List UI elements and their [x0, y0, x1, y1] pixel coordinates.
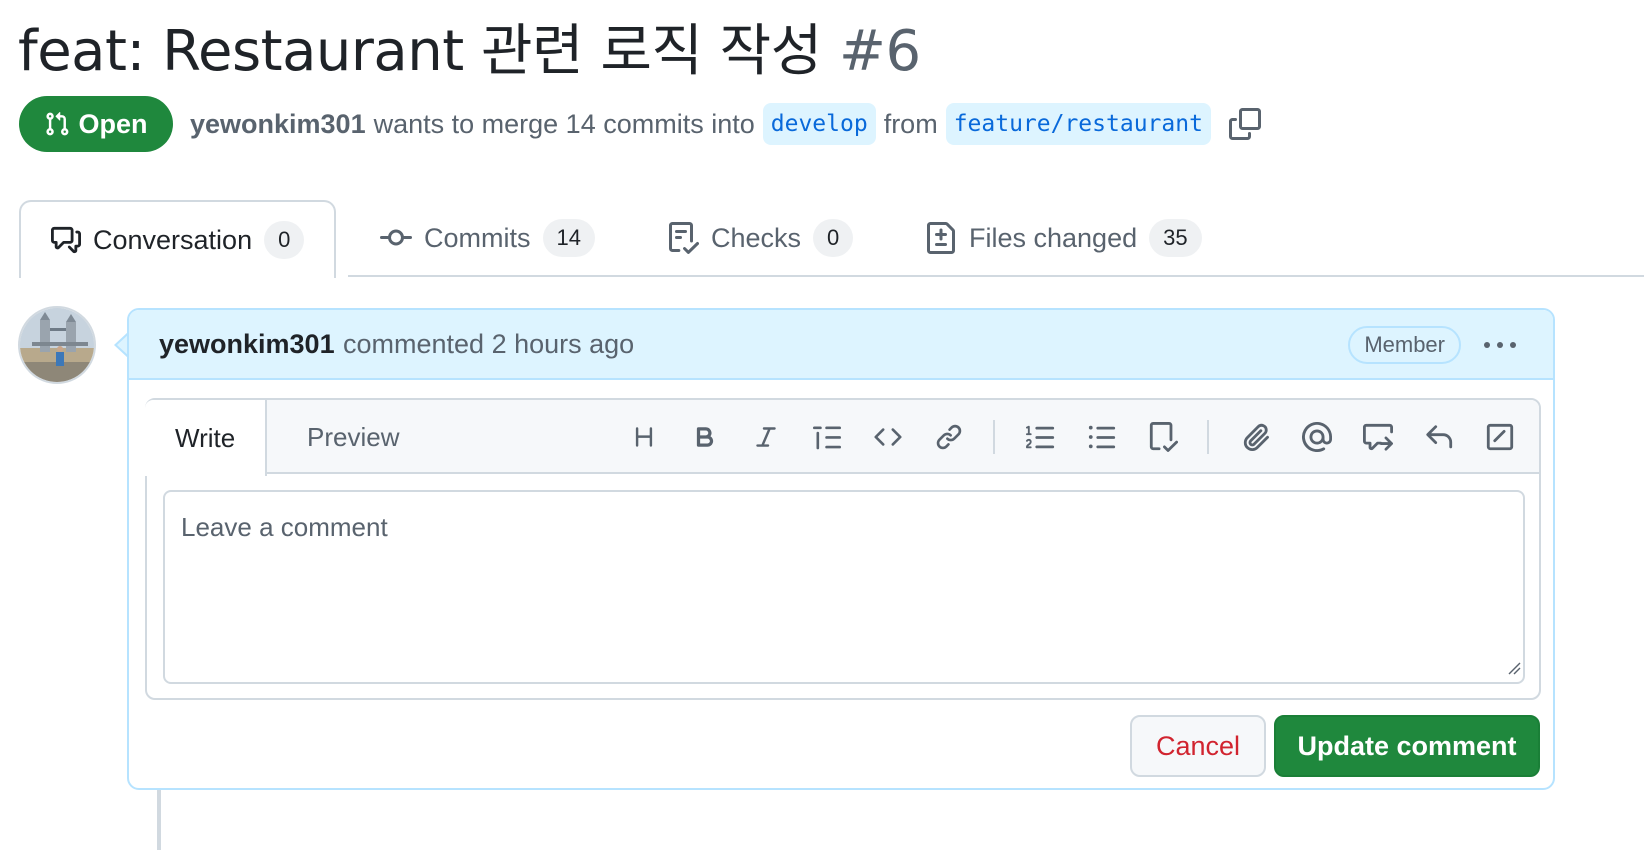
- base-branch[interactable]: develop: [762, 103, 876, 145]
- toolbar-divider: [1207, 420, 1209, 454]
- member-badge: Member: [1348, 326, 1461, 364]
- update-comment-button[interactable]: Update comment: [1274, 715, 1540, 777]
- timeline-line: [157, 790, 161, 850]
- unordered-list-button[interactable]: [1083, 418, 1121, 456]
- git-pull-request-icon: [46, 111, 69, 136]
- link-button[interactable]: [930, 418, 968, 456]
- preview-tab[interactable]: Preview: [307, 400, 399, 474]
- bold-icon: [696, 427, 714, 447]
- reference-button[interactable]: [1359, 418, 1397, 456]
- tab-commits[interactable]: Commits 14: [380, 200, 595, 276]
- unordered-list-icon: [1088, 425, 1116, 449]
- file-diff-icon: [927, 222, 955, 254]
- comment-header: yewonkim301 commented 2 hours ago Member: [129, 310, 1553, 380]
- ordered-list-icon: [1026, 425, 1055, 449]
- task-list-button[interactable]: [1144, 418, 1182, 456]
- from-text: from: [883, 108, 938, 139]
- tab-files-changed[interactable]: Files changed 35: [925, 200, 1202, 276]
- pr-title: feat: Restaurant 관련 로직 작성: [18, 19, 822, 84]
- italic-icon: [756, 427, 776, 447]
- pr-meta: yewonkim301 wants to merge 14 commits in…: [190, 98, 1261, 150]
- pr-tabs: Conversation 0 Commits 14 Checks 0 Files…: [0, 200, 1644, 278]
- tab-files-changed-label: Files changed: [969, 222, 1138, 253]
- tab-commits-label: Commits: [424, 222, 531, 253]
- quote-button[interactable]: [808, 418, 846, 456]
- reference-icon: [1363, 423, 1393, 451]
- mention-button[interactable]: [1298, 418, 1336, 456]
- checklist-icon: [669, 222, 699, 254]
- pr-number: #6: [839, 19, 921, 84]
- comment-edit-box: yewonkim301 commented 2 hours ago Member…: [127, 308, 1555, 790]
- heading-button[interactable]: [625, 418, 663, 456]
- cancel-button[interactable]: Cancel: [1130, 715, 1266, 777]
- avatar-image: [20, 308, 94, 382]
- tab-checks[interactable]: Checks 0: [667, 200, 854, 276]
- mention-icon: [1302, 422, 1332, 452]
- quote-icon: [813, 426, 841, 450]
- copy-branch-button[interactable]: [1228, 108, 1261, 140]
- write-tab[interactable]: Write: [145, 400, 268, 476]
- heading-icon: [635, 427, 653, 447]
- resize-grip-icon[interactable]: [1507, 661, 1521, 680]
- ordered-list-button[interactable]: [1022, 418, 1060, 456]
- tab-checks-count: 0: [813, 219, 854, 257]
- pr-author-link[interactable]: yewonkim301: [190, 109, 366, 140]
- tab-files-changed-count: 35: [1149, 219, 1202, 257]
- tab-conversation-count: 0: [264, 221, 305, 259]
- avatar[interactable]: [18, 306, 96, 384]
- copy-icon: [1228, 108, 1261, 140]
- comment-options-button[interactable]: [1483, 332, 1517, 363]
- slash-commands-icon: [1486, 423, 1514, 451]
- pr-state-badge: Open: [19, 96, 173, 152]
- tab-commits-count: 14: [542, 219, 595, 257]
- tab-conversation[interactable]: Conversation 0: [19, 200, 337, 278]
- page-title: feat: Restaurant 관련 로직 작성 #6: [18, 6, 921, 87]
- comment-timestamp[interactable]: commented 2 hours ago: [343, 329, 634, 360]
- tab-conversation-label: Conversation: [93, 224, 253, 255]
- comment-editor: Write Preview: [145, 398, 1541, 700]
- bold-button[interactable]: [686, 418, 724, 456]
- editor-toolbar: Write Preview: [145, 400, 1539, 476]
- reply-icon: [1426, 425, 1453, 449]
- tab-checks-label: Checks: [711, 222, 802, 253]
- pr-state-label: Open: [78, 108, 148, 139]
- merge-description: wants to merge 14 commits into: [373, 108, 755, 139]
- comment-discussion-icon: [51, 226, 81, 254]
- kebab-horizontal-icon: [1484, 342, 1516, 348]
- comment-author[interactable]: yewonkim301: [159, 329, 335, 360]
- toolbar-divider: [993, 420, 995, 454]
- code-icon: [874, 428, 902, 446]
- italic-button[interactable]: [747, 418, 785, 456]
- comment-textarea[interactable]: [163, 490, 1525, 684]
- code-button[interactable]: [869, 418, 907, 456]
- attach-icon: [1243, 423, 1269, 452]
- head-branch[interactable]: feature/restaurant: [945, 103, 1211, 145]
- slash-commands-button[interactable]: [1481, 418, 1519, 456]
- git-commit-icon: [380, 229, 412, 246]
- link-icon: [936, 424, 962, 450]
- reply-button[interactable]: [1420, 418, 1458, 456]
- task-list-icon: [1149, 422, 1178, 452]
- attach-button[interactable]: [1237, 418, 1275, 456]
